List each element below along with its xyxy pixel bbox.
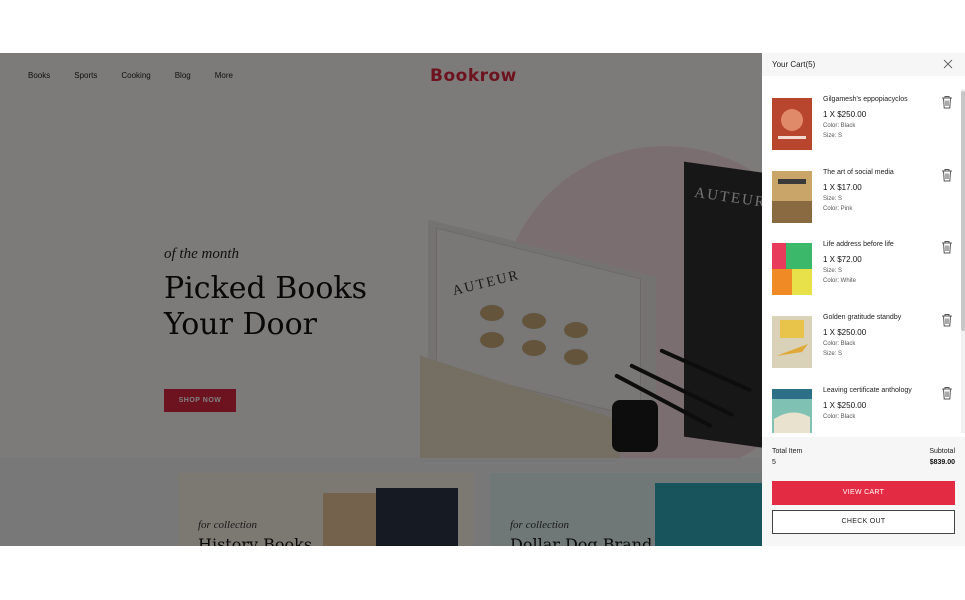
book-thumbnail[interactable] (772, 171, 812, 223)
item-name[interactable]: Life address before life (823, 241, 894, 248)
book-cover-art (776, 320, 808, 356)
item-name[interactable]: Leaving certificate anthology (823, 387, 912, 394)
book-thumbnail[interactable] (772, 243, 812, 295)
cart-item: The art of social media 1 X $17.00 Size:… (772, 168, 958, 228)
trash-icon[interactable] (941, 240, 953, 254)
item-attribute: Color: White (823, 278, 857, 284)
book-cover-art (772, 389, 812, 433)
modal-backdrop[interactable] (0, 53, 762, 546)
item-name[interactable]: The art of social media (823, 169, 894, 176)
item-attribute: Size: S (823, 196, 843, 202)
item-attribute: Color: Black (823, 123, 856, 129)
item-price: 1 X $250.00 (823, 401, 867, 410)
item-name[interactable]: Golden gratitude standby (823, 314, 901, 321)
scrollbar-thumb[interactable] (961, 91, 965, 331)
book-cover-art (772, 179, 812, 223)
item-price: 1 X $250.00 (823, 328, 867, 337)
cart-header: Your Cart(5) (762, 53, 965, 76)
total-item-label: Total Item (772, 448, 803, 455)
cart-footer: Total Item 5 Subtotal $839.00 VIEW CART … (762, 437, 965, 546)
book-thumbnail[interactable] (772, 316, 812, 368)
item-price: 1 X $72.00 (823, 255, 862, 264)
book-cover-art (778, 109, 806, 139)
item-attribute: Size: S (823, 351, 843, 357)
item-price: 1 X $250.00 (823, 110, 867, 119)
cart-drawer: Your Cart(5) Gilgamesh's eppopiacyclos 1… (762, 53, 965, 546)
trash-icon[interactable] (941, 386, 953, 400)
checkout-button[interactable]: CHECK OUT (772, 510, 955, 534)
item-name[interactable]: Gilgamesh's eppopiacyclos (823, 96, 908, 103)
trash-icon[interactable] (941, 313, 953, 327)
cart-item: Gilgamesh's eppopiacyclos 1 X $250.00 Co… (772, 95, 958, 155)
book-cover-art (772, 243, 812, 295)
view-cart-button[interactable]: VIEW CART (772, 481, 955, 505)
trash-icon[interactable] (941, 95, 953, 109)
app-window: Books Sports Cooking Blog More Bookrow A… (0, 53, 965, 546)
item-attribute: Size: S (823, 133, 843, 139)
cart-title: Your Cart(5) (772, 60, 816, 69)
total-item-value: 5 (772, 459, 776, 466)
cart-item: Leaving certificate anthology 1 X $250.0… (772, 386, 958, 433)
cart-item: Life address before life 1 X $72.00 Size… (772, 240, 958, 300)
item-attribute: Color: Black (823, 341, 856, 347)
close-icon[interactable] (942, 58, 954, 70)
cart-item: Golden gratitude standby 1 X $250.00 Col… (772, 313, 958, 373)
subtotal-label: Subtotal (929, 448, 955, 455)
cart-scrollbar[interactable] (961, 89, 965, 433)
item-attribute: Color: Black (823, 414, 856, 420)
book-thumbnail[interactable] (772, 389, 812, 433)
trash-icon[interactable] (941, 168, 953, 182)
subtotal-value: $839.00 (929, 459, 955, 466)
cart-item-list: Gilgamesh's eppopiacyclos 1 X $250.00 Co… (762, 89, 965, 433)
book-thumbnail[interactable] (772, 98, 812, 150)
item-price: 1 X $17.00 (823, 183, 862, 192)
item-attribute: Size: S (823, 268, 843, 274)
item-attribute: Color: Pink (823, 206, 853, 212)
